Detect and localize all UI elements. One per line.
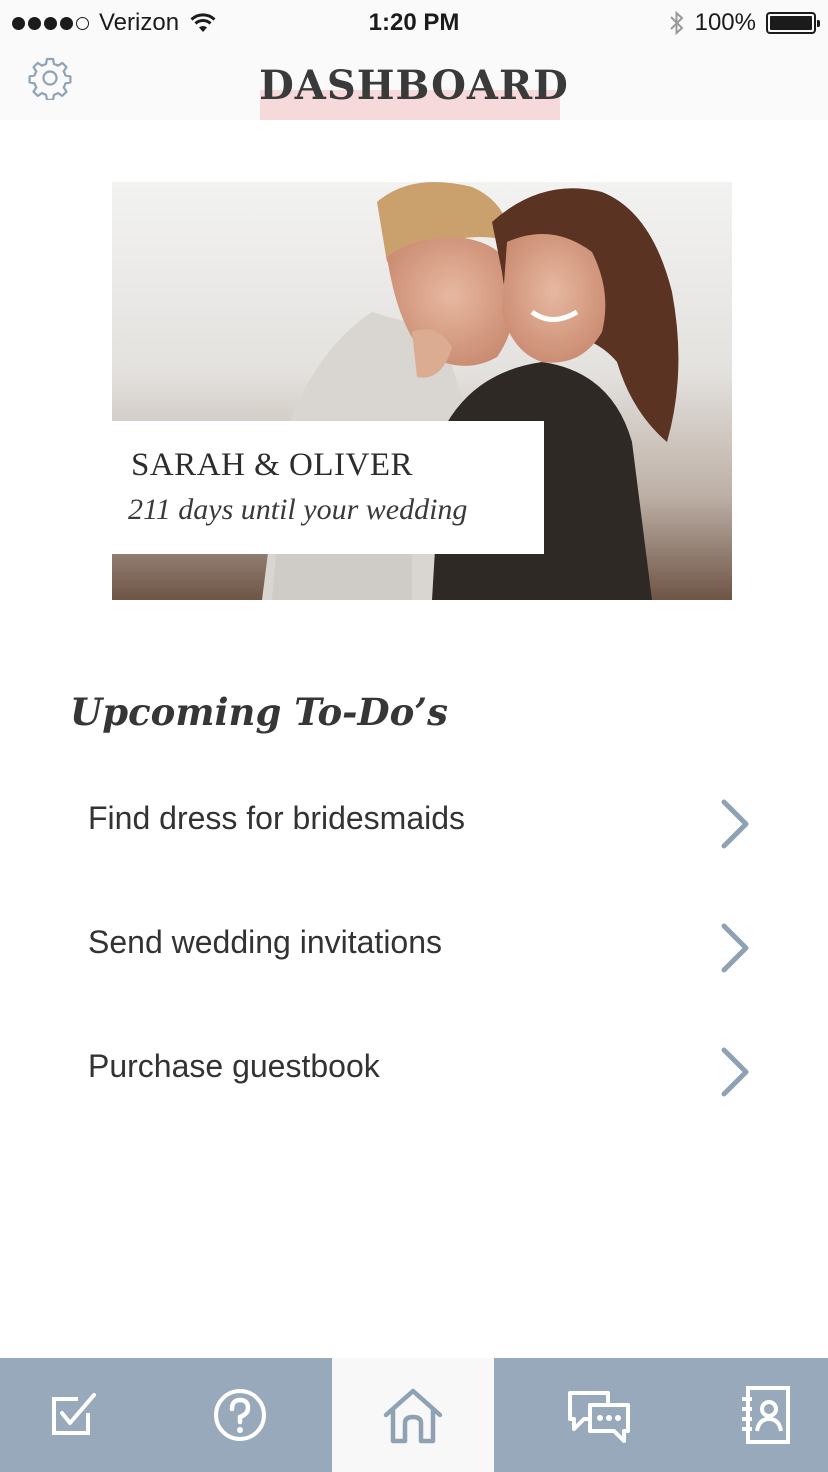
status-right: 100% <box>669 8 820 38</box>
todo-list: Find dress for bridesmaids Send wedding … <box>0 762 828 1134</box>
todo-label: Find dress for bridesmaids <box>88 800 466 836</box>
todo-label: Send wedding invitations <box>88 924 443 960</box>
todo-item[interactable]: Find dress for bridesmaids <box>0 762 828 886</box>
section-title: Upcoming To-Do’s <box>70 690 449 734</box>
bluetooth-icon <box>669 10 684 36</box>
chevron-right-icon <box>721 799 749 849</box>
page-title: DASHBOARD <box>259 62 569 109</box>
todo-item[interactable]: Purchase guestbook <box>0 1010 828 1134</box>
tab-bar <box>0 1358 828 1472</box>
battery-icon <box>766 12 820 34</box>
todo-item[interactable]: Send wedding invitations <box>0 886 828 1010</box>
tab-help[interactable] <box>148 1358 332 1472</box>
contacts-icon <box>742 1386 790 1444</box>
checklist-icon <box>52 1393 96 1435</box>
battery-percent: 100% <box>694 9 756 36</box>
tab-contacts[interactable] <box>704 1358 828 1472</box>
help-icon <box>214 1389 266 1441</box>
header: DASHBOARD <box>0 46 828 120</box>
hero-card[interactable]: SARAH & OLIVER 211 days until your weddi… <box>112 182 732 600</box>
chat-icon <box>568 1391 630 1443</box>
tab-messages[interactable] <box>494 1358 704 1472</box>
status-bar: Verizon 1:20 PM 100% <box>0 0 828 46</box>
hero-caption: SARAH & OLIVER 211 days until your weddi… <box>112 421 544 554</box>
wedding-countdown: 211 days until your wedding <box>128 493 468 526</box>
couple-names: SARAH & OLIVER <box>131 447 414 483</box>
chevron-right-icon <box>721 1047 749 1097</box>
chevron-right-icon <box>721 923 749 973</box>
todo-label: Purchase guestbook <box>88 1048 380 1084</box>
tab-home[interactable] <box>332 1358 494 1472</box>
tab-checklist[interactable] <box>0 1358 148 1472</box>
home-icon <box>383 1388 443 1444</box>
